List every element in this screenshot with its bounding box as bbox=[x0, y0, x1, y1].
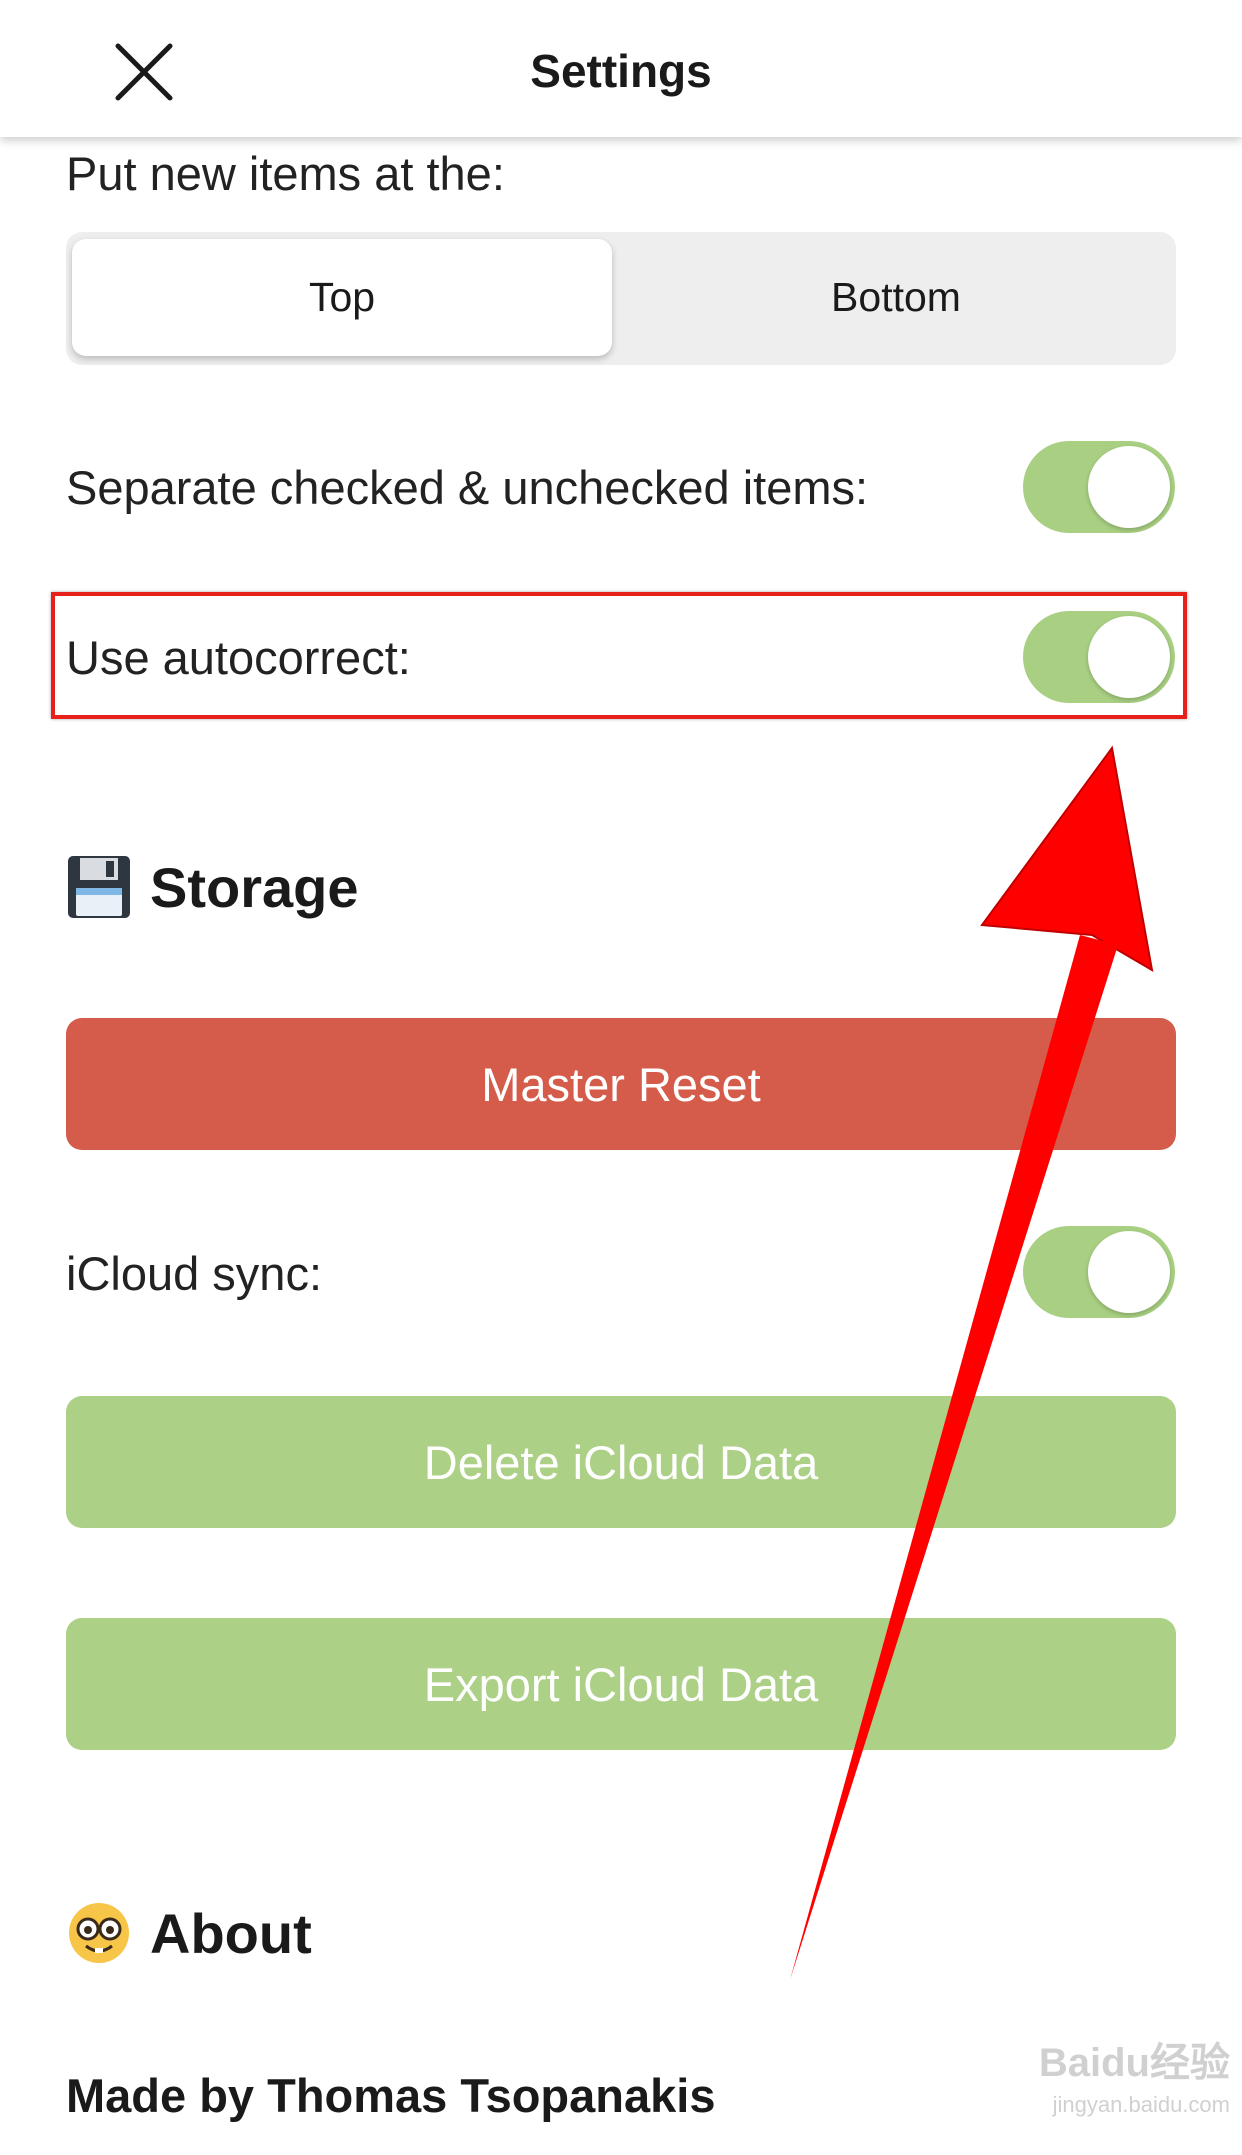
nerd-face-icon bbox=[69, 1903, 129, 1963]
export-icloud-data-button[interactable]: Export iCloud Data bbox=[66, 1618, 1176, 1750]
watermark: Baidu经验 jingyan.baidu.com bbox=[930, 2030, 1230, 2140]
floppy-disk-icon bbox=[68, 856, 130, 918]
watermark-sub: jingyan.baidu.com bbox=[1052, 2092, 1230, 2117]
icloud-sync-toggle[interactable] bbox=[1023, 1226, 1175, 1318]
separate-items-toggle[interactable] bbox=[1023, 441, 1175, 533]
storage-title-text: Storage bbox=[150, 855, 359, 919]
toggle-knob bbox=[1088, 616, 1170, 698]
toggle-knob bbox=[1088, 1231, 1170, 1313]
nav-header: Settings bbox=[0, 0, 1242, 137]
segment-top[interactable]: Top bbox=[72, 239, 612, 356]
toggle-knob bbox=[1088, 446, 1170, 528]
about-title-text: About bbox=[150, 1901, 312, 1965]
new-items-label: Put new items at the: bbox=[66, 147, 505, 200]
about-section-title: About bbox=[66, 1900, 312, 1966]
icloud-sync-label: iCloud sync: bbox=[66, 1247, 322, 1300]
new-items-segmented-control: Top Bottom bbox=[66, 232, 1176, 365]
delete-icloud-data-button[interactable]: Delete iCloud Data bbox=[66, 1396, 1176, 1528]
page-title: Settings bbox=[530, 45, 712, 97]
master-reset-button[interactable]: Master Reset bbox=[66, 1018, 1176, 1150]
separate-items-label: Separate checked & unchecked items: bbox=[66, 461, 869, 514]
watermark-main: Baidu经验 bbox=[1038, 2041, 1230, 2085]
storage-section-title: Storage bbox=[66, 854, 359, 920]
autocorrect-label: Use autocorrect: bbox=[66, 631, 411, 684]
segment-bottom[interactable]: Bottom bbox=[622, 239, 1170, 356]
autocorrect-toggle[interactable] bbox=[1023, 611, 1175, 703]
made-by-text: Made by Thomas Tsopanakis bbox=[66, 2069, 716, 2122]
